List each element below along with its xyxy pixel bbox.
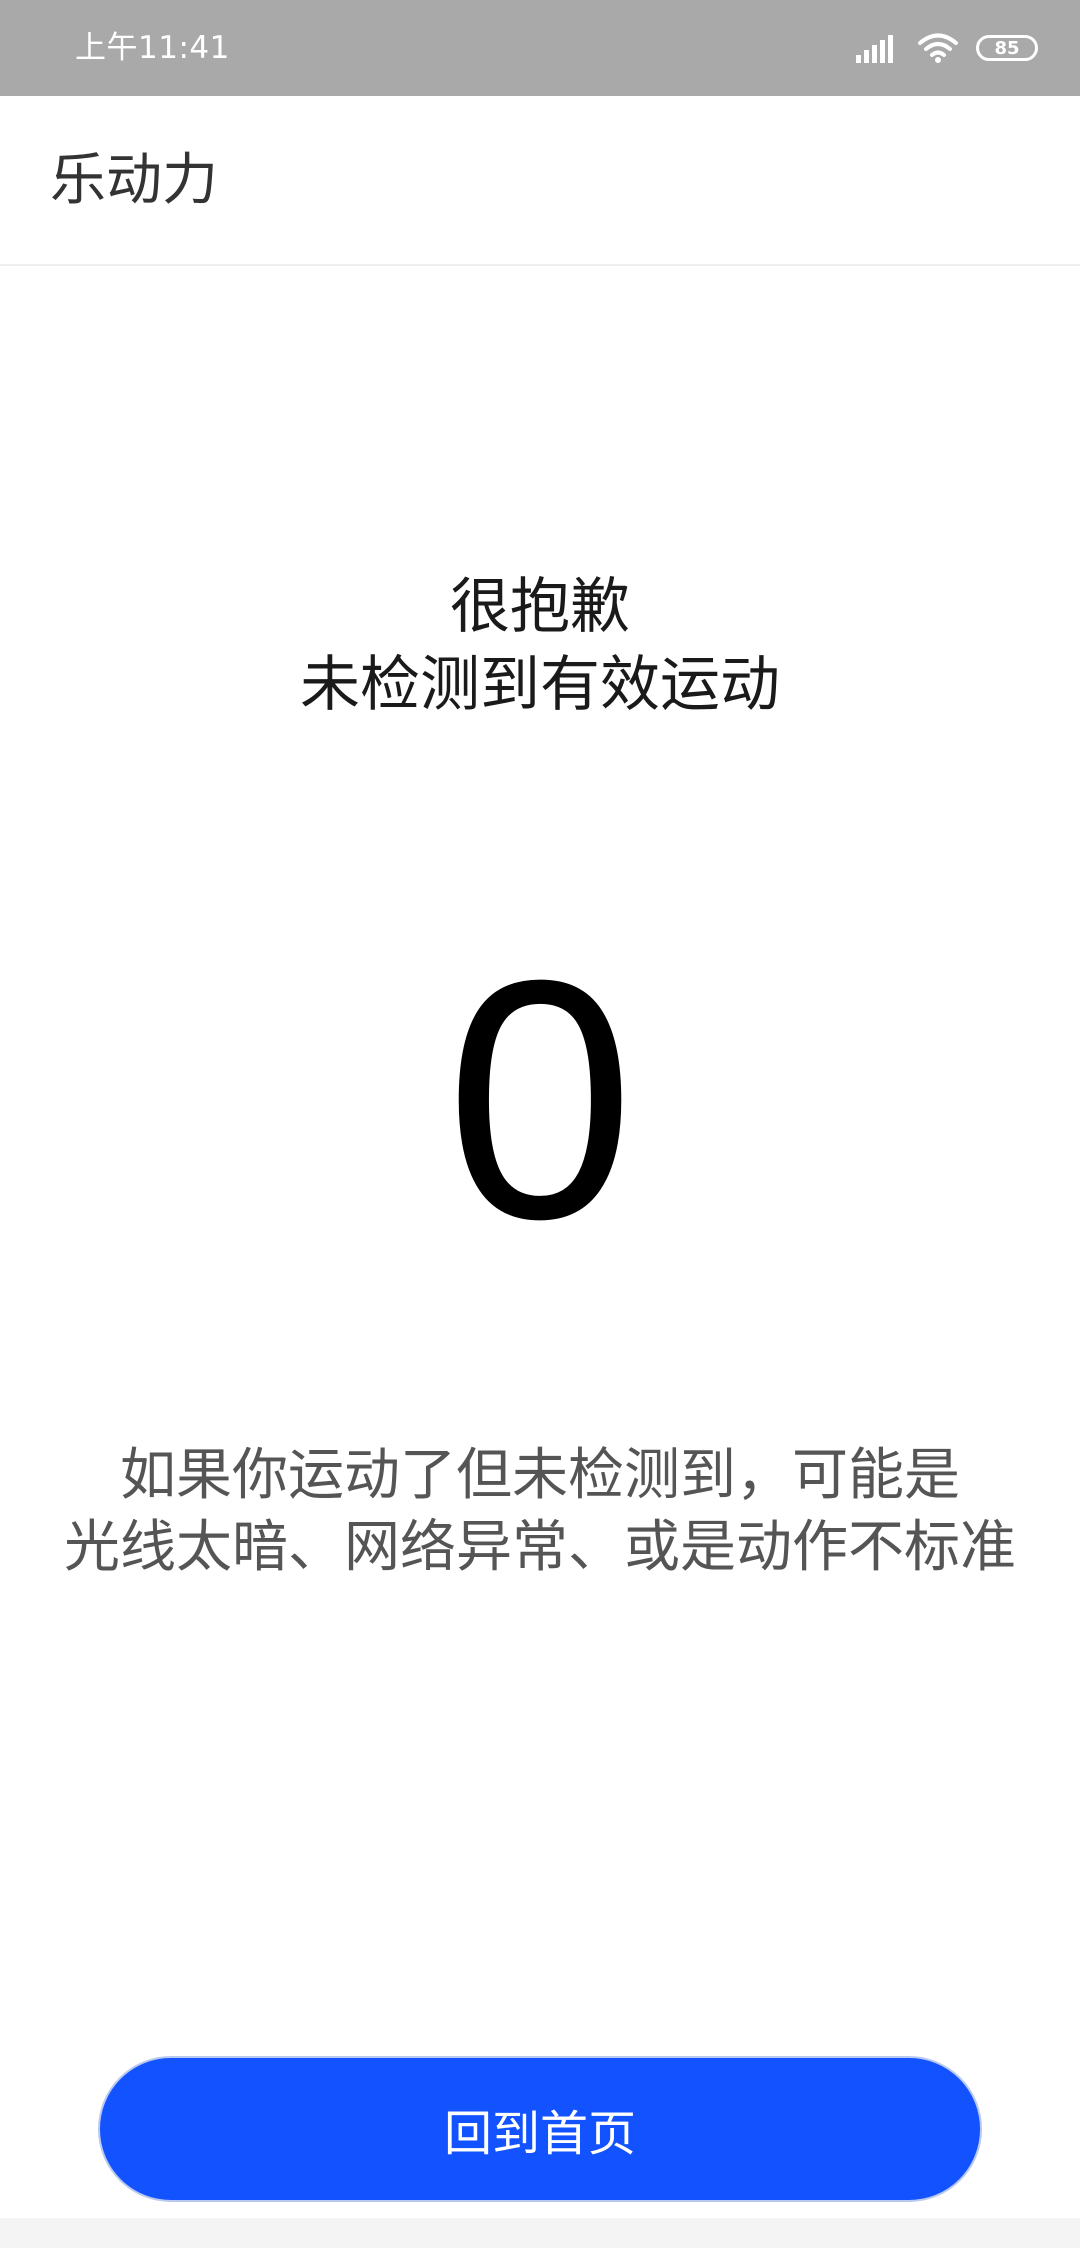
home-button[interactable]: 回到首页 <box>98 2056 982 2202</box>
signal-icon <box>856 33 896 63</box>
status-icons: 85 <box>856 28 1038 68</box>
battery-icon: 85 <box>976 35 1038 61</box>
app-bar: 乐动力 <box>0 96 1080 266</box>
hint-line-1: 如果你运动了但未检测到，可能是 <box>120 1443 960 1508</box>
navigation-bar <box>0 2218 1080 2248</box>
app-title: 乐动力 <box>50 148 218 213</box>
headline-line-2: 未检测到有效运动 <box>300 650 780 720</box>
status-time: 上午11:41 <box>75 30 230 66</box>
score-value: 0 <box>445 910 635 1290</box>
result-headline: 很抱歉 未检测到有效运动 <box>0 568 1080 724</box>
status-bar: 上午11:41 85 <box>0 0 1080 96</box>
hint-line-2: 光线太暗、网络异常、或是动作不标准 <box>64 1515 1016 1580</box>
hint-text: 如果你运动了但未检测到，可能是 光线太暗、网络异常、或是动作不标准 <box>0 1440 1080 1584</box>
battery-level: 85 <box>994 37 1020 59</box>
headline-line-1: 很抱歉 <box>450 572 630 642</box>
home-button-label: 回到首页 <box>443 2106 636 2162</box>
wifi-icon <box>918 33 958 63</box>
